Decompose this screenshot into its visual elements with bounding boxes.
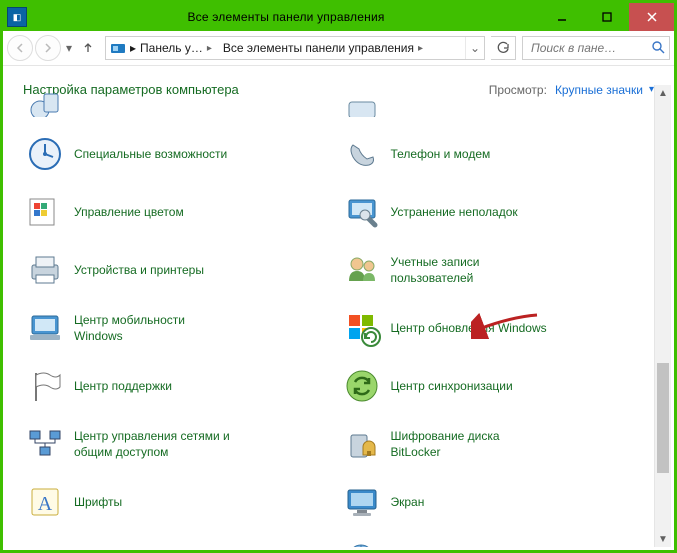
control-panel-icon: ◧: [7, 7, 27, 27]
flag-icon: [24, 365, 66, 407]
item-partial-top-left[interactable]: [20, 85, 345, 125]
display-icon: [341, 481, 383, 523]
fonts-icon: A: [24, 481, 66, 523]
clock-icon: [24, 133, 66, 175]
refresh-button[interactable]: [491, 36, 516, 60]
mobility-icon: [24, 307, 66, 349]
lock-icon: [341, 423, 383, 465]
item-troubleshooting[interactable]: Устранение неполадок: [337, 183, 662, 241]
network-icon: [24, 423, 66, 465]
item-label: Центр мобильности Windows: [74, 312, 234, 344]
wrench-icon: [341, 191, 383, 233]
up-button[interactable]: [77, 37, 99, 59]
item-label: Центр синхронизации: [391, 378, 513, 394]
power-icon: [24, 539, 66, 547]
item-windows-update[interactable]: Центр обновления Windows: [337, 299, 662, 357]
item-phone-modem[interactable]: Телефон и модем: [337, 125, 662, 183]
scroll-up-icon[interactable]: ▲: [655, 85, 671, 101]
item-ease-of-access[interactable]: Специальные возможности: [20, 125, 345, 183]
breadcrumb-label-2: Все элементы панели управления: [223, 41, 414, 55]
item-label: Устройства и принтеры: [74, 262, 204, 278]
item-label: Экран: [391, 494, 425, 510]
breadcrumb-segment-1[interactable]: Панель у…▸: [136, 37, 219, 59]
search-input[interactable]: [529, 40, 649, 56]
users-icon: [341, 249, 383, 291]
address-icon: [110, 40, 126, 56]
close-button[interactable]: [629, 3, 674, 31]
item-label: Телефон и модем: [391, 146, 491, 162]
address-dropdown[interactable]: ⌄: [465, 37, 484, 59]
item-label: Учетные записи пользователей: [391, 254, 551, 286]
color-icon: [24, 191, 66, 233]
device-icon: [24, 93, 66, 117]
item-user-accounts[interactable]: Учетные записи пользователей: [337, 241, 662, 299]
item-network-sharing[interactable]: Центр управления сетями и общим доступом: [20, 415, 345, 473]
item-label: Шрифты: [74, 494, 122, 510]
item-mobility-center[interactable]: Центр мобильности Windows: [20, 299, 345, 357]
item-action-center[interactable]: Центр поддержки: [20, 357, 345, 415]
forward-button[interactable]: [35, 35, 61, 61]
items-grid: Специальные возможности Управление цвето…: [6, 85, 671, 547]
language-icon: 字: [341, 539, 383, 547]
search-box[interactable]: [522, 36, 670, 60]
minimize-button[interactable]: [539, 3, 584, 31]
toolbar: ▾ ▸ Панель у…▸ Все элементы панели управ…: [3, 31, 674, 66]
history-dropdown[interactable]: ▾: [63, 41, 75, 55]
item-partial-top-right[interactable]: [337, 85, 662, 125]
printer-icon: [24, 249, 66, 291]
item-label: Центр поддержки: [74, 378, 172, 394]
phone-icon: [341, 133, 383, 175]
window-title: Все элементы панели управления: [33, 10, 539, 24]
item-fonts[interactable]: A Шрифты: [20, 473, 345, 531]
back-button[interactable]: [7, 35, 33, 61]
item-devices-printers[interactable]: Устройства и принтеры: [20, 241, 345, 299]
titlebar: ◧ Все элементы панели управления: [3, 3, 674, 31]
item-label: Шифрование диска BitLocker: [391, 428, 551, 460]
item-label: Центр обновления Windows: [391, 320, 547, 336]
item-power-options[interactable]: Электропитание: [20, 531, 345, 547]
generic-icon: [341, 93, 383, 117]
item-label: Специальные возможности: [74, 146, 227, 162]
item-color-management[interactable]: Управление цветом: [20, 183, 345, 241]
scroll-down-icon[interactable]: ▼: [655, 531, 671, 547]
scrollbar[interactable]: ▲ ▼: [654, 85, 671, 547]
svg-text:A: A: [38, 493, 53, 515]
breadcrumb-label-1: Панель у…: [140, 41, 203, 55]
item-label: Управление цветом: [74, 204, 184, 220]
maximize-button[interactable]: [584, 3, 629, 31]
sync-icon: [341, 365, 383, 407]
address-bar[interactable]: ▸ Панель у…▸ Все элементы панели управле…: [105, 36, 485, 60]
search-icon: [652, 41, 665, 57]
item-label: Устранение неполадок: [391, 204, 518, 220]
window-buttons: [539, 3, 674, 31]
item-label: Центр управления сетями и общим доступом: [74, 428, 234, 460]
breadcrumb-segment-2[interactable]: Все элементы панели управления▸: [219, 37, 430, 59]
scroll-thumb[interactable]: [657, 363, 669, 473]
windows-update-icon: [341, 307, 383, 349]
item-sync-center[interactable]: Центр синхронизации: [337, 357, 662, 415]
item-language[interactable]: 字Язык: [337, 531, 662, 547]
item-bitlocker[interactable]: Шифрование диска BitLocker: [337, 415, 662, 473]
window: ◧ Все элементы панели управления ▾ ▸ Пан…: [0, 0, 677, 553]
item-display[interactable]: Экран: [337, 473, 662, 531]
content-area: Специальные возможности Управление цвето…: [6, 85, 671, 547]
